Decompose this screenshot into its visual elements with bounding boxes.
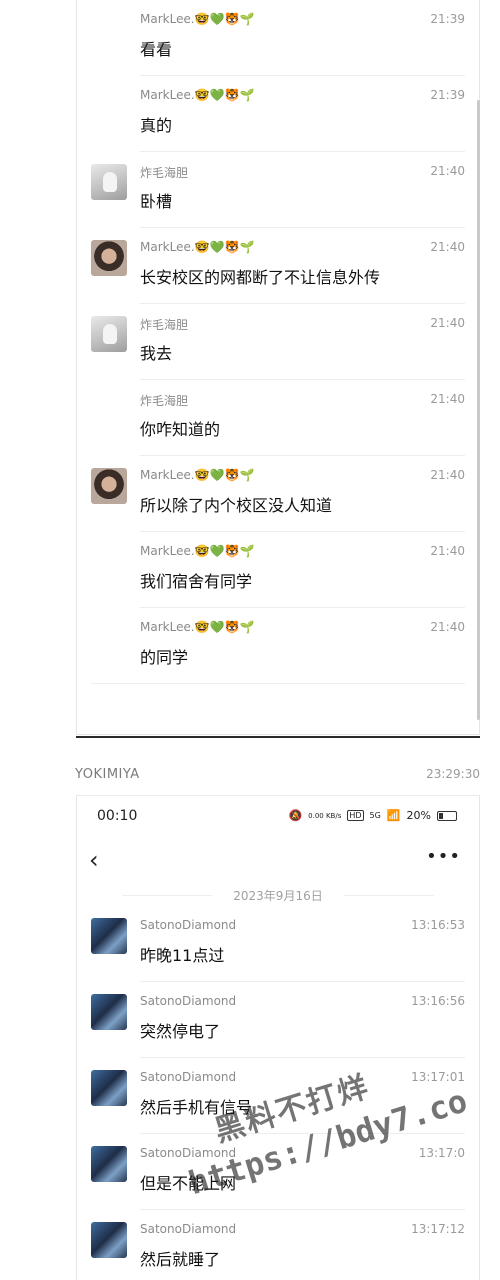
avatar[interactable] xyxy=(91,240,127,276)
sender-name: 炸毛海胆 xyxy=(140,318,189,332)
message-time: 21:39 xyxy=(430,88,465,102)
chat-message[interactable]: MarkLee.🤓💚🐯🌱 21:40 的同学 xyxy=(77,608,481,684)
chat-message[interactable]: SatonoDiamond 13:17:12 然后就睡了 xyxy=(77,1210,481,1280)
message-time: 21:40 xyxy=(430,164,465,178)
chat-message[interactable]: SatonoDiamond 13:17:01 然后手机有信号 xyxy=(77,1058,481,1134)
message-time: 21:40 xyxy=(430,240,465,254)
message-text: 长安校区的网都断了不让信息外传 xyxy=(140,268,381,287)
sender-name: MarkLee.🤓💚🐯🌱 xyxy=(140,12,255,26)
message-text: 你咋知道的 xyxy=(140,420,221,439)
section-divider xyxy=(76,736,480,738)
status-time: 00:10 xyxy=(97,808,138,824)
divider xyxy=(91,683,465,684)
message-time: 13:17:0 xyxy=(418,1146,465,1160)
message-text: 然后手机有信号 xyxy=(140,1098,253,1117)
message-text: 我们宿舍有同学 xyxy=(140,572,253,591)
chat-message[interactable]: MarkLee.🤓💚🐯🌱 21:40 我们宿舍有同学 xyxy=(77,532,481,608)
sender-name: MarkLee.🤓💚🐯🌱 xyxy=(140,240,255,254)
sender-name: 炸毛海胆 xyxy=(140,394,189,408)
message-text: 的同学 xyxy=(140,648,189,667)
mute-icon: 🔕 xyxy=(288,809,303,822)
avatar[interactable] xyxy=(91,316,127,352)
message-text: 然后就睡了 xyxy=(140,1250,221,1269)
phone-screenshot: 00:10 🔕 0.00 KB/s HD 5G 📶 20% ‹ ••• 2023… xyxy=(76,795,480,1280)
avatar[interactable] xyxy=(91,994,127,1030)
more-icon[interactable]: ••• xyxy=(426,846,461,867)
chat-message[interactable]: MarkLee.🤓💚🐯🌱 21:40 所以除了内个校区没人知道 xyxy=(77,456,481,532)
avatar[interactable] xyxy=(91,918,127,954)
message-text: 所以除了内个校区没人知道 xyxy=(140,496,333,515)
message-time: 21:40 xyxy=(430,468,465,482)
sender-name: SatonoDiamond xyxy=(140,1146,237,1160)
post-time: 23:29:30 xyxy=(426,767,480,781)
message-text: 我去 xyxy=(140,344,173,363)
message-text: 昨晚11点过 xyxy=(140,946,225,965)
chat-message[interactable]: SatonoDiamond 13:16:53 昨晚11点过 xyxy=(77,906,481,982)
scrollbar[interactable] xyxy=(477,100,480,720)
sender-name: SatonoDiamond xyxy=(140,918,237,932)
top-chat-card: MarkLee.🤓💚🐯🌱 21:39 看看 MarkLee.🤓💚🐯🌱 21:39… xyxy=(76,0,480,735)
message-time: 13:16:56 xyxy=(411,994,465,1008)
avatar[interactable] xyxy=(91,1146,127,1182)
battery-icon xyxy=(437,810,457,821)
chat-message[interactable]: MarkLee.🤓💚🐯🌱 21:40 长安校区的网都断了不让信息外传 xyxy=(77,228,481,304)
chat-message[interactable]: SatonoDiamond 13:16:56 突然停电了 xyxy=(77,982,481,1058)
message-time: 21:40 xyxy=(430,544,465,558)
status-bar-icons: 🔕 0.00 KB/s HD 5G 📶 20% xyxy=(288,809,457,822)
signal-icon: 5G xyxy=(369,811,381,820)
date-separator: 2023年9月16日 xyxy=(77,887,479,904)
sender-name: SatonoDiamond xyxy=(140,1222,237,1236)
wifi-icon: 📶 xyxy=(386,809,401,822)
chat-message[interactable]: 炸毛海胆 21:40 我去 xyxy=(77,304,481,380)
avatar[interactable] xyxy=(91,468,127,504)
sender-name: MarkLee.🤓💚🐯🌱 xyxy=(140,468,255,482)
chat-message[interactable]: SatonoDiamond 13:17:0 但是不能上网 xyxy=(77,1134,481,1210)
message-time: 21:39 xyxy=(430,12,465,26)
message-time: 21:40 xyxy=(430,392,465,406)
message-text: 突然停电了 xyxy=(140,1022,221,1041)
sender-name: 炸毛海胆 xyxy=(140,166,189,180)
message-text: 真的 xyxy=(140,116,173,135)
message-time: 13:17:01 xyxy=(411,1070,465,1084)
chat-message[interactable]: 炸毛海胆 21:40 你咋知道的 xyxy=(77,380,481,456)
message-time: 13:16:53 xyxy=(411,918,465,932)
chat-message[interactable]: MarkLee.🤓💚🐯🌱 21:39 看看 xyxy=(77,0,481,76)
sender-name: MarkLee.🤓💚🐯🌱 xyxy=(140,620,255,634)
sender-name: MarkLee.🤓💚🐯🌱 xyxy=(140,88,255,102)
back-icon[interactable]: ‹ xyxy=(89,846,99,874)
sender-name: MarkLee.🤓💚🐯🌱 xyxy=(140,544,255,558)
message-time: 13:17:12 xyxy=(411,1222,465,1236)
message-time: 21:40 xyxy=(430,316,465,330)
chat-message[interactable]: MarkLee.🤓💚🐯🌱 21:39 真的 xyxy=(77,76,481,152)
message-text: 卧槽 xyxy=(140,192,173,211)
sender-name: SatonoDiamond xyxy=(140,994,237,1008)
chat-message[interactable]: 炸毛海胆 21:40 卧槽 xyxy=(77,152,481,228)
post-username[interactable]: YOKIMIYA xyxy=(75,767,140,782)
message-text: 看看 xyxy=(140,40,173,59)
net-speed: 0.00 KB/s xyxy=(308,811,342,820)
hd-icon: HD xyxy=(347,810,364,821)
battery-percent: 20% xyxy=(406,809,431,822)
message-time: 21:40 xyxy=(430,620,465,634)
avatar[interactable] xyxy=(91,1222,127,1258)
avatar[interactable] xyxy=(91,164,127,200)
message-text: 但是不能上网 xyxy=(140,1174,237,1193)
sender-name: SatonoDiamond xyxy=(140,1070,237,1084)
avatar[interactable] xyxy=(91,1070,127,1106)
